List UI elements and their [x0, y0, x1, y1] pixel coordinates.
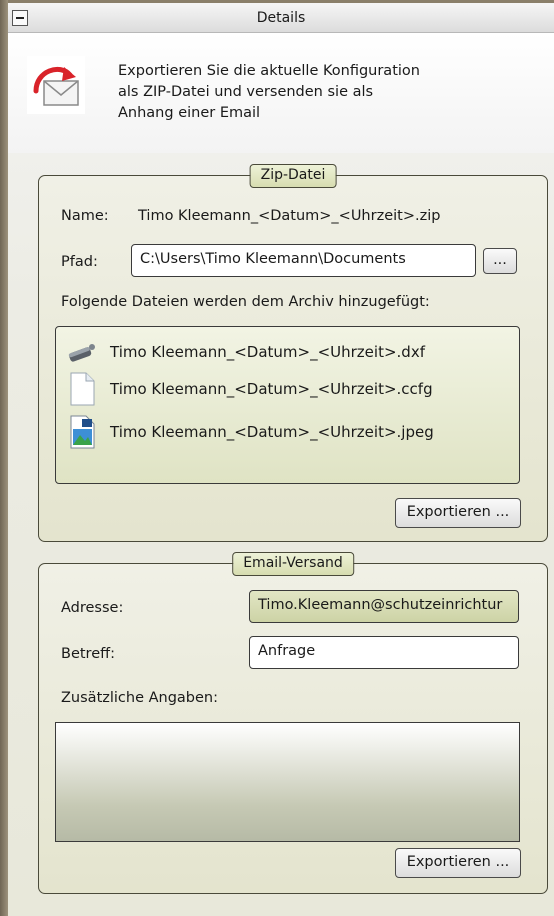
file-name: Timo Kleemann_<Datum>_<Uhrzeit>.dxf	[110, 343, 425, 361]
zip-name-value: Timo Kleemann_<Datum>_<Uhrzeit>.zip	[138, 208, 441, 224]
browse-button[interactable]: ...	[483, 248, 517, 274]
intro-section: Exportieren Sie die aktuelle Konfigurati…	[8, 33, 554, 153]
email-group: Email-Versand Adresse: Timo.Kleemann@sch…	[38, 552, 548, 894]
address-label: Adresse:	[61, 600, 124, 616]
panel-titlebar: Details	[8, 3, 554, 33]
list-item[interactable]: Timo Kleemann_<Datum>_<Uhrzeit>.ccfg	[66, 372, 516, 408]
extra-info-textarea[interactable]	[55, 722, 520, 842]
path-input[interactable]: C:\Users\Timo Kleemann\Documents	[131, 244, 476, 277]
document-file-icon	[70, 372, 95, 406]
name-label: Name:	[61, 208, 109, 224]
subject-label: Betreff:	[61, 646, 115, 662]
details-panel: Details Exportieren Sie die aktuelle Kon…	[8, 3, 554, 916]
intro-text: Exportieren Sie die aktuelle Konfigurati…	[118, 61, 518, 124]
panel-title: Details	[256, 10, 306, 26]
files-caption: Folgende Dateien werden dem Archiv hinzu…	[61, 294, 430, 310]
zip-export-button[interactable]: Exportieren ...	[395, 498, 521, 528]
archive-file-list: Timo Kleemann_<Datum>_<Uhrzeit>.dxf Timo…	[55, 326, 520, 484]
zip-group: Zip-Datei Name: Timo Kleemann_<Datum>_<U…	[38, 164, 548, 542]
window-frame-edge	[0, 0, 8, 916]
intro-line: als ZIP-Datei und versenden sie als	[118, 84, 374, 100]
email-group-title: Email-Versand	[232, 552, 354, 576]
extra-info-label: Zusätzliche Angaben:	[61, 690, 219, 706]
subject-input[interactable]: Anfrage	[249, 636, 519, 669]
image-file-icon	[70, 415, 95, 449]
file-name: Timo Kleemann_<Datum>_<Uhrzeit>.jpeg	[110, 423, 434, 441]
zip-group-title: Zip-Datei	[249, 164, 337, 188]
mail-forward-icon	[27, 56, 85, 114]
intro-line: Anhang einer Email	[118, 105, 261, 121]
email-export-button[interactable]: Exportieren ...	[395, 848, 521, 878]
list-item[interactable]: Timo Kleemann_<Datum>_<Uhrzeit>.jpeg	[66, 415, 516, 451]
file-name: Timo Kleemann_<Datum>_<Uhrzeit>.ccfg	[110, 380, 433, 398]
intro-line: Exportieren Sie die aktuelle Konfigurati…	[118, 63, 420, 79]
list-item[interactable]: Timo Kleemann_<Datum>_<Uhrzeit>.dxf	[66, 335, 516, 371]
address-input[interactable]: Timo.Kleemann@schutzeinrichtur	[249, 590, 519, 623]
path-label: Pfad:	[61, 254, 98, 270]
dxf-file-icon	[68, 344, 95, 362]
